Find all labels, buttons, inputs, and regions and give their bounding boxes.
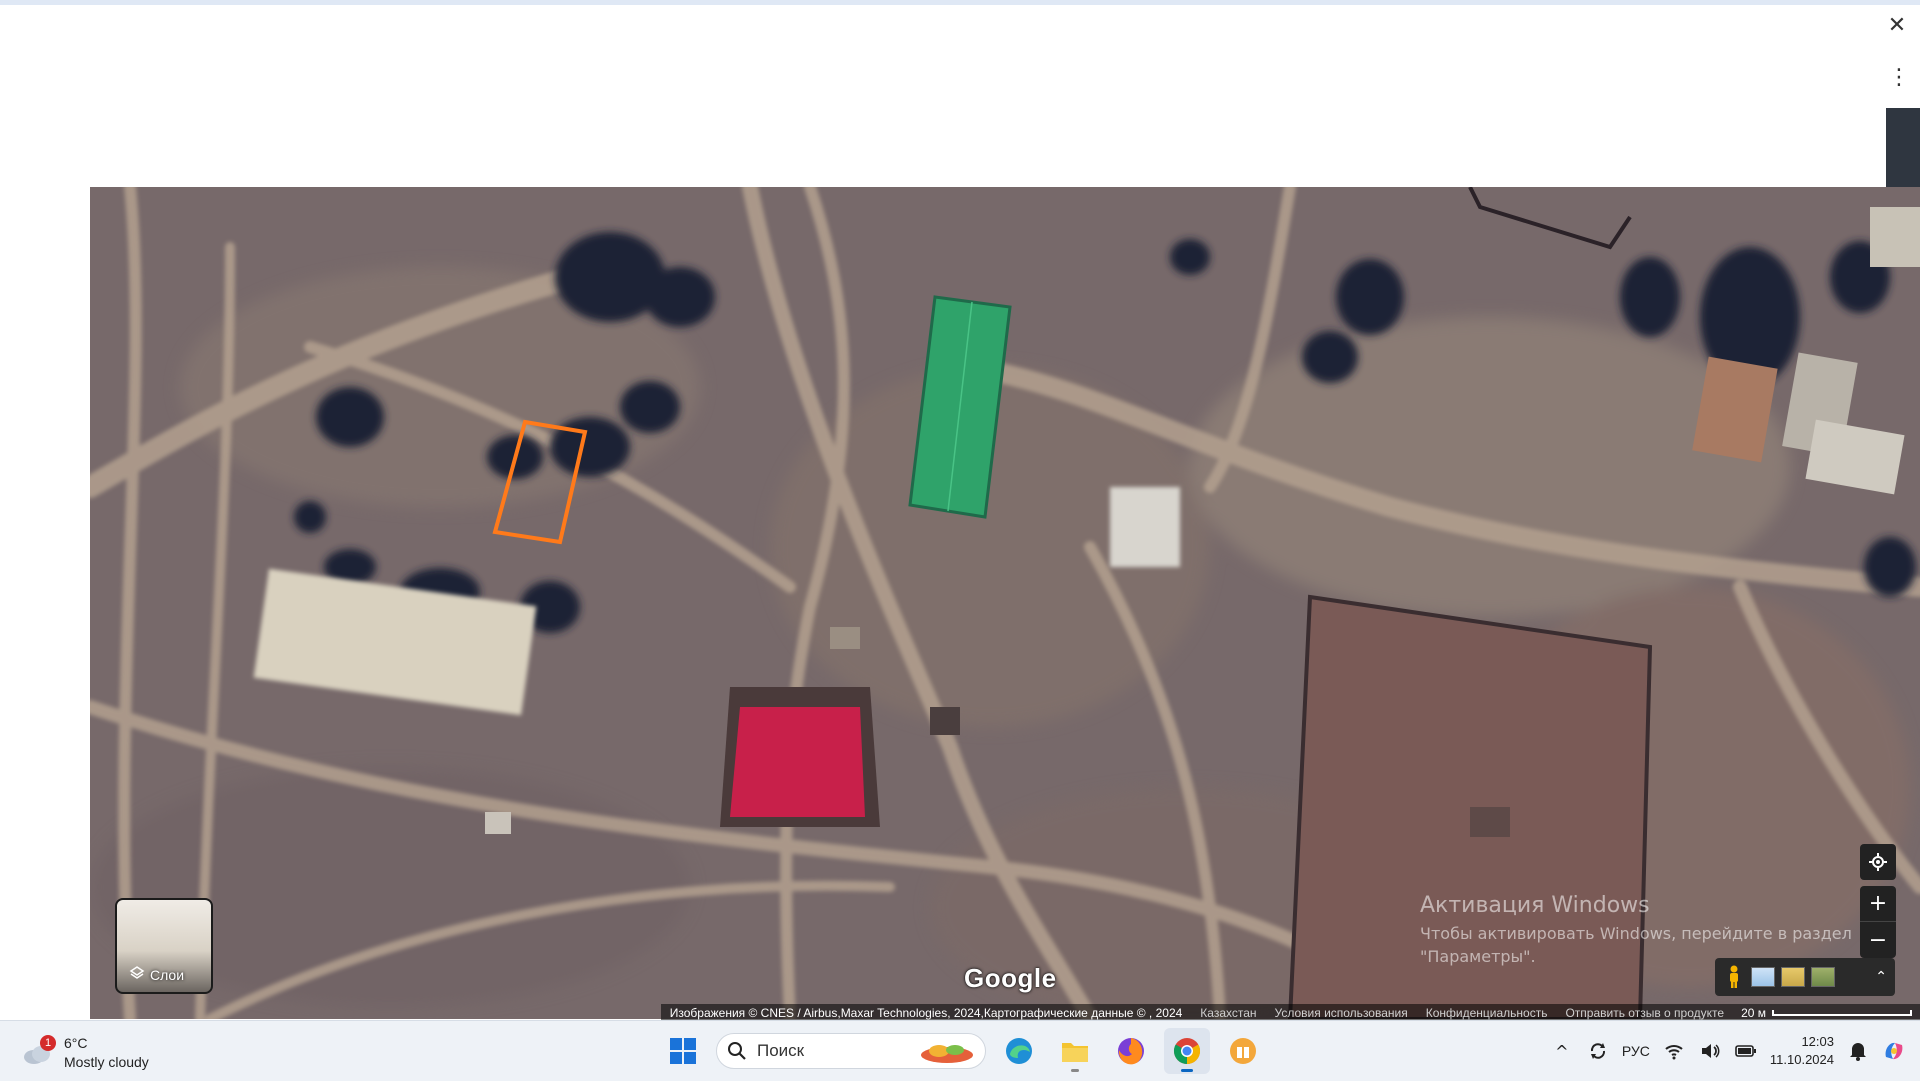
pegman-icon[interactable] (1723, 964, 1745, 990)
folder-icon (1062, 1043, 1088, 1062)
wifi-icon[interactable] (1662, 1039, 1686, 1063)
weather-badge: 1 (40, 1035, 56, 1051)
satellite-map[interactable]: Слои Google Активация Windows Чтобы акти… (90, 187, 1920, 1019)
more-menu-icon[interactable]: ⋮ (1888, 62, 1910, 92)
chrome-icon (1173, 1038, 1201, 1065)
search-icon (728, 1042, 746, 1060)
street-view-bar: ⌃ (1715, 958, 1895, 996)
edge-app[interactable] (996, 1028, 1042, 1074)
taskbar-apps: Поиск (660, 1027, 1266, 1075)
zoom-in-button[interactable]: + (1860, 886, 1896, 922)
watermark-line-1: Чтобы активировать Windows, перейдите в … (1420, 924, 1852, 943)
windows-activation-watermark: Активация Windows Чтобы активировать Win… (1420, 893, 1852, 966)
file-explorer-app[interactable] (1052, 1028, 1098, 1074)
edge-icon (1006, 1038, 1032, 1064)
language-indicator[interactable]: РУС (1622, 1043, 1650, 1059)
search-highlight-icon (921, 1045, 973, 1063)
zoom-out-button[interactable]: − (1860, 922, 1896, 958)
taskbar: 1 6°C Mostly cloudy Поиск ^ РУС 12:03 11… (0, 1020, 1920, 1081)
clock-date: 11.10.2024 (1769, 1052, 1834, 1067)
copilot-icon[interactable] (1882, 1039, 1906, 1063)
crosshair-icon (1869, 853, 1887, 871)
notification-bell-icon[interactable] (1846, 1039, 1870, 1063)
firefox-app[interactable] (1108, 1028, 1154, 1074)
search-placeholder: Поиск (757, 1041, 805, 1060)
gift-icon (1230, 1038, 1256, 1064)
weather-widget[interactable]: 1 6°C Mostly cloudy (20, 1029, 200, 1073)
start-button[interactable] (660, 1028, 706, 1074)
weather-desc: Mostly cloudy (64, 1054, 149, 1070)
active-indicator (1181, 1069, 1193, 1072)
chevron-up-tray-icon[interactable]: ^ (1550, 1039, 1574, 1063)
system-tray: ^ РУС 12:03 11.10.2024 (1550, 1021, 1920, 1081)
map-controls: + − (1860, 844, 1896, 958)
clock[interactable]: 12:03 11.10.2024 (1770, 1033, 1834, 1069)
windows-logo-icon (670, 1038, 696, 1064)
my-location-button[interactable] (1860, 844, 1896, 880)
google-logo: Google (964, 963, 1057, 993)
close-icon[interactable]: ✕ (1882, 10, 1912, 40)
firefox-icon (1118, 1038, 1144, 1065)
app-indicator (1071, 1069, 1079, 1072)
scale-label: 20 м (1741, 1006, 1766, 1020)
battery-icon[interactable] (1734, 1039, 1758, 1063)
sync-icon[interactable] (1586, 1039, 1610, 1063)
volume-icon[interactable] (1698, 1039, 1722, 1063)
map-type-thumb-default[interactable] (1751, 967, 1775, 987)
taskbar-search[interactable]: Поиск (716, 1033, 986, 1069)
chevron-up-icon[interactable]: ⌃ (1875, 969, 1887, 985)
map-type-thumb-satellite[interactable] (1811, 967, 1835, 987)
window-top-strip (0, 0, 1920, 5)
chrome-app[interactable] (1164, 1028, 1210, 1074)
layers-button[interactable]: Слои (115, 898, 213, 994)
weather-temp: 6°C (64, 1035, 88, 1051)
clock-time: 12:03 (1801, 1034, 1834, 1049)
map-type-thumb-terrain[interactable] (1781, 967, 1805, 987)
scale-bar (1772, 1010, 1912, 1016)
gift-app[interactable] (1220, 1028, 1266, 1074)
layers-label: Слои (150, 966, 185, 983)
layers-icon (129, 965, 145, 984)
watermark-title: Активация Windows (1420, 893, 1650, 918)
